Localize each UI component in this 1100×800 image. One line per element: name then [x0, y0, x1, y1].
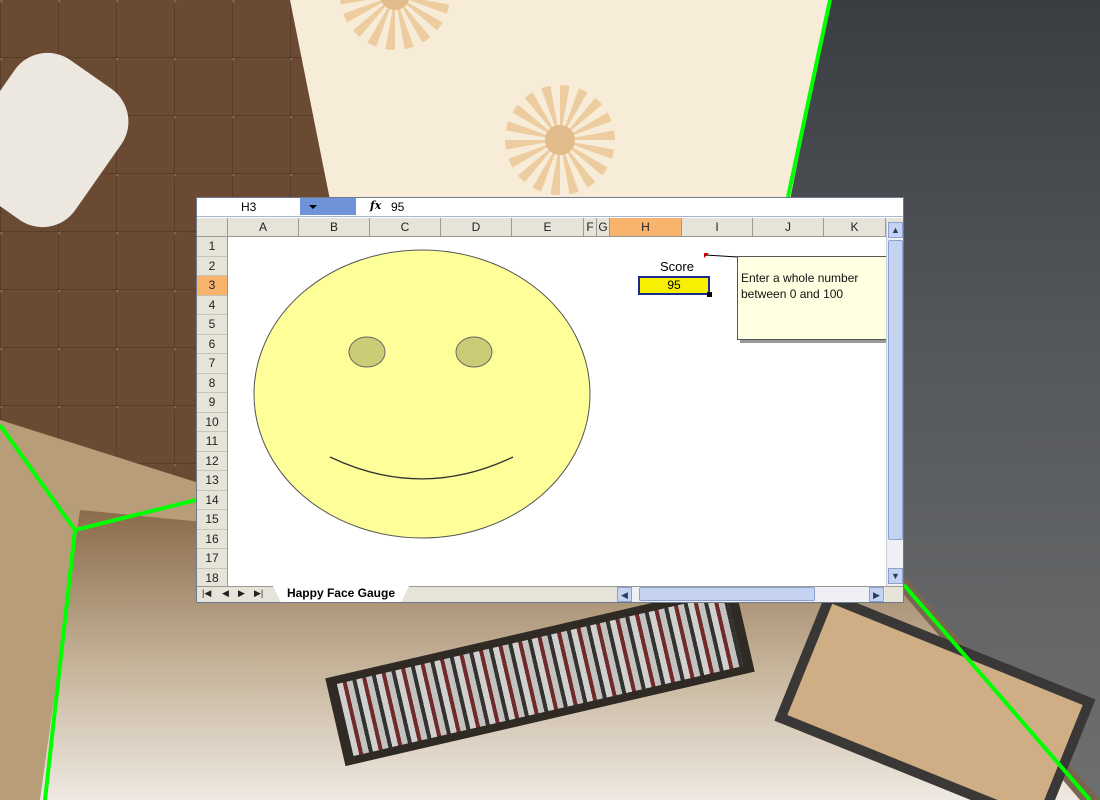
horizontal-scroll-thumb[interactable]	[639, 587, 815, 601]
column-header-f[interactable]: F	[584, 218, 597, 236]
row-header[interactable]: 2	[197, 257, 227, 276]
column-header-g[interactable]: G	[597, 218, 610, 236]
next-sheet-icon[interactable]: ▶	[238, 588, 245, 599]
comment-leader-line	[704, 254, 739, 258]
formula-input[interactable]: 95	[391, 200, 404, 214]
spreadsheet-window: H3 fx 95 A B C D E F G H I J K 1 2 3 4 5…	[196, 197, 904, 603]
column-header-b[interactable]: B	[299, 218, 370, 236]
column-header-j[interactable]: J	[753, 218, 824, 236]
row-header[interactable]: 7	[197, 354, 227, 374]
column-header-a[interactable]: A	[228, 218, 299, 236]
left-eye	[348, 336, 386, 368]
scroll-up-icon[interactable]: ▲	[888, 222, 903, 238]
column-header-c[interactable]: C	[370, 218, 441, 236]
column-headers: A B C D E F G H I J K	[197, 218, 903, 237]
column-header-d[interactable]: D	[441, 218, 512, 236]
row-header[interactable]: 3	[197, 276, 227, 296]
row-header[interactable]: 10	[197, 413, 227, 432]
row-header[interactable]: 1	[197, 237, 227, 257]
row-header[interactable]: 6	[197, 335, 227, 354]
cell-grid[interactable]: Score 95 Enter a whole number between 0 …	[228, 237, 898, 586]
scroll-down-icon[interactable]: ▼	[888, 568, 903, 584]
row-headers: 1 2 3 4 5 6 7 8 9 10 11 12 13 14 15 16 1…	[197, 237, 228, 588]
column-header-h[interactable]: H	[610, 218, 682, 236]
name-box[interactable]: H3	[197, 198, 301, 215]
row-header[interactable]: 11	[197, 432, 227, 452]
name-box-dropdown[interactable]	[300, 198, 356, 215]
score-value: 95	[667, 278, 681, 292]
comment-text: Enter a whole number between 0 and 100	[741, 271, 859, 301]
sheet-tab-happy-face-gauge[interactable]: Happy Face Gauge	[273, 586, 409, 602]
scroll-left-icon[interactable]: ◀	[617, 587, 632, 602]
chevron-down-icon	[309, 205, 317, 209]
formula-bar: H3 fx 95	[197, 198, 903, 217]
right-eye	[455, 336, 493, 368]
cell-reference: H3	[241, 200, 257, 214]
horizontal-scrollbar[interactable]: ◀ ▶	[617, 587, 885, 602]
fill-handle[interactable]	[707, 292, 712, 297]
face-shape	[253, 249, 591, 539]
row-header[interactable]: 8	[197, 374, 227, 393]
row-header[interactable]: 14	[197, 491, 227, 510]
column-header-k[interactable]: K	[824, 218, 886, 236]
row-header[interactable]: 15	[197, 510, 227, 530]
row-header[interactable]: 16	[197, 530, 227, 549]
cell-comment: Enter a whole number between 0 and 100	[737, 256, 898, 340]
first-sheet-icon[interactable]: |◀	[202, 588, 211, 599]
row-header[interactable]: 13	[197, 471, 227, 491]
row-header[interactable]: 4	[197, 296, 227, 315]
row-header[interactable]: 17	[197, 549, 227, 569]
function-icon[interactable]: fx	[370, 199, 381, 212]
score-input-cell[interactable]: 95	[638, 276, 710, 295]
happy-face-gauge	[253, 249, 591, 539]
sheet-tab-bar: |◀ ◀ ▶ ▶| Happy Face Gauge ◀ ▶	[197, 586, 903, 602]
prev-sheet-icon[interactable]: ◀	[222, 588, 229, 599]
row-header[interactable]: 5	[197, 315, 227, 335]
select-all-button[interactable]	[197, 218, 228, 236]
column-header-e[interactable]: E	[512, 218, 584, 236]
vertical-scroll-thumb[interactable]	[888, 240, 903, 540]
last-sheet-icon[interactable]: ▶|	[254, 588, 263, 599]
column-header-i[interactable]: I	[682, 218, 753, 236]
vertical-scrollbar[interactable]: ▲ ▼	[886, 222, 903, 586]
scroll-right-icon[interactable]: ▶	[869, 587, 884, 602]
row-header[interactable]: 12	[197, 452, 227, 471]
row-header[interactable]: 9	[197, 393, 227, 413]
